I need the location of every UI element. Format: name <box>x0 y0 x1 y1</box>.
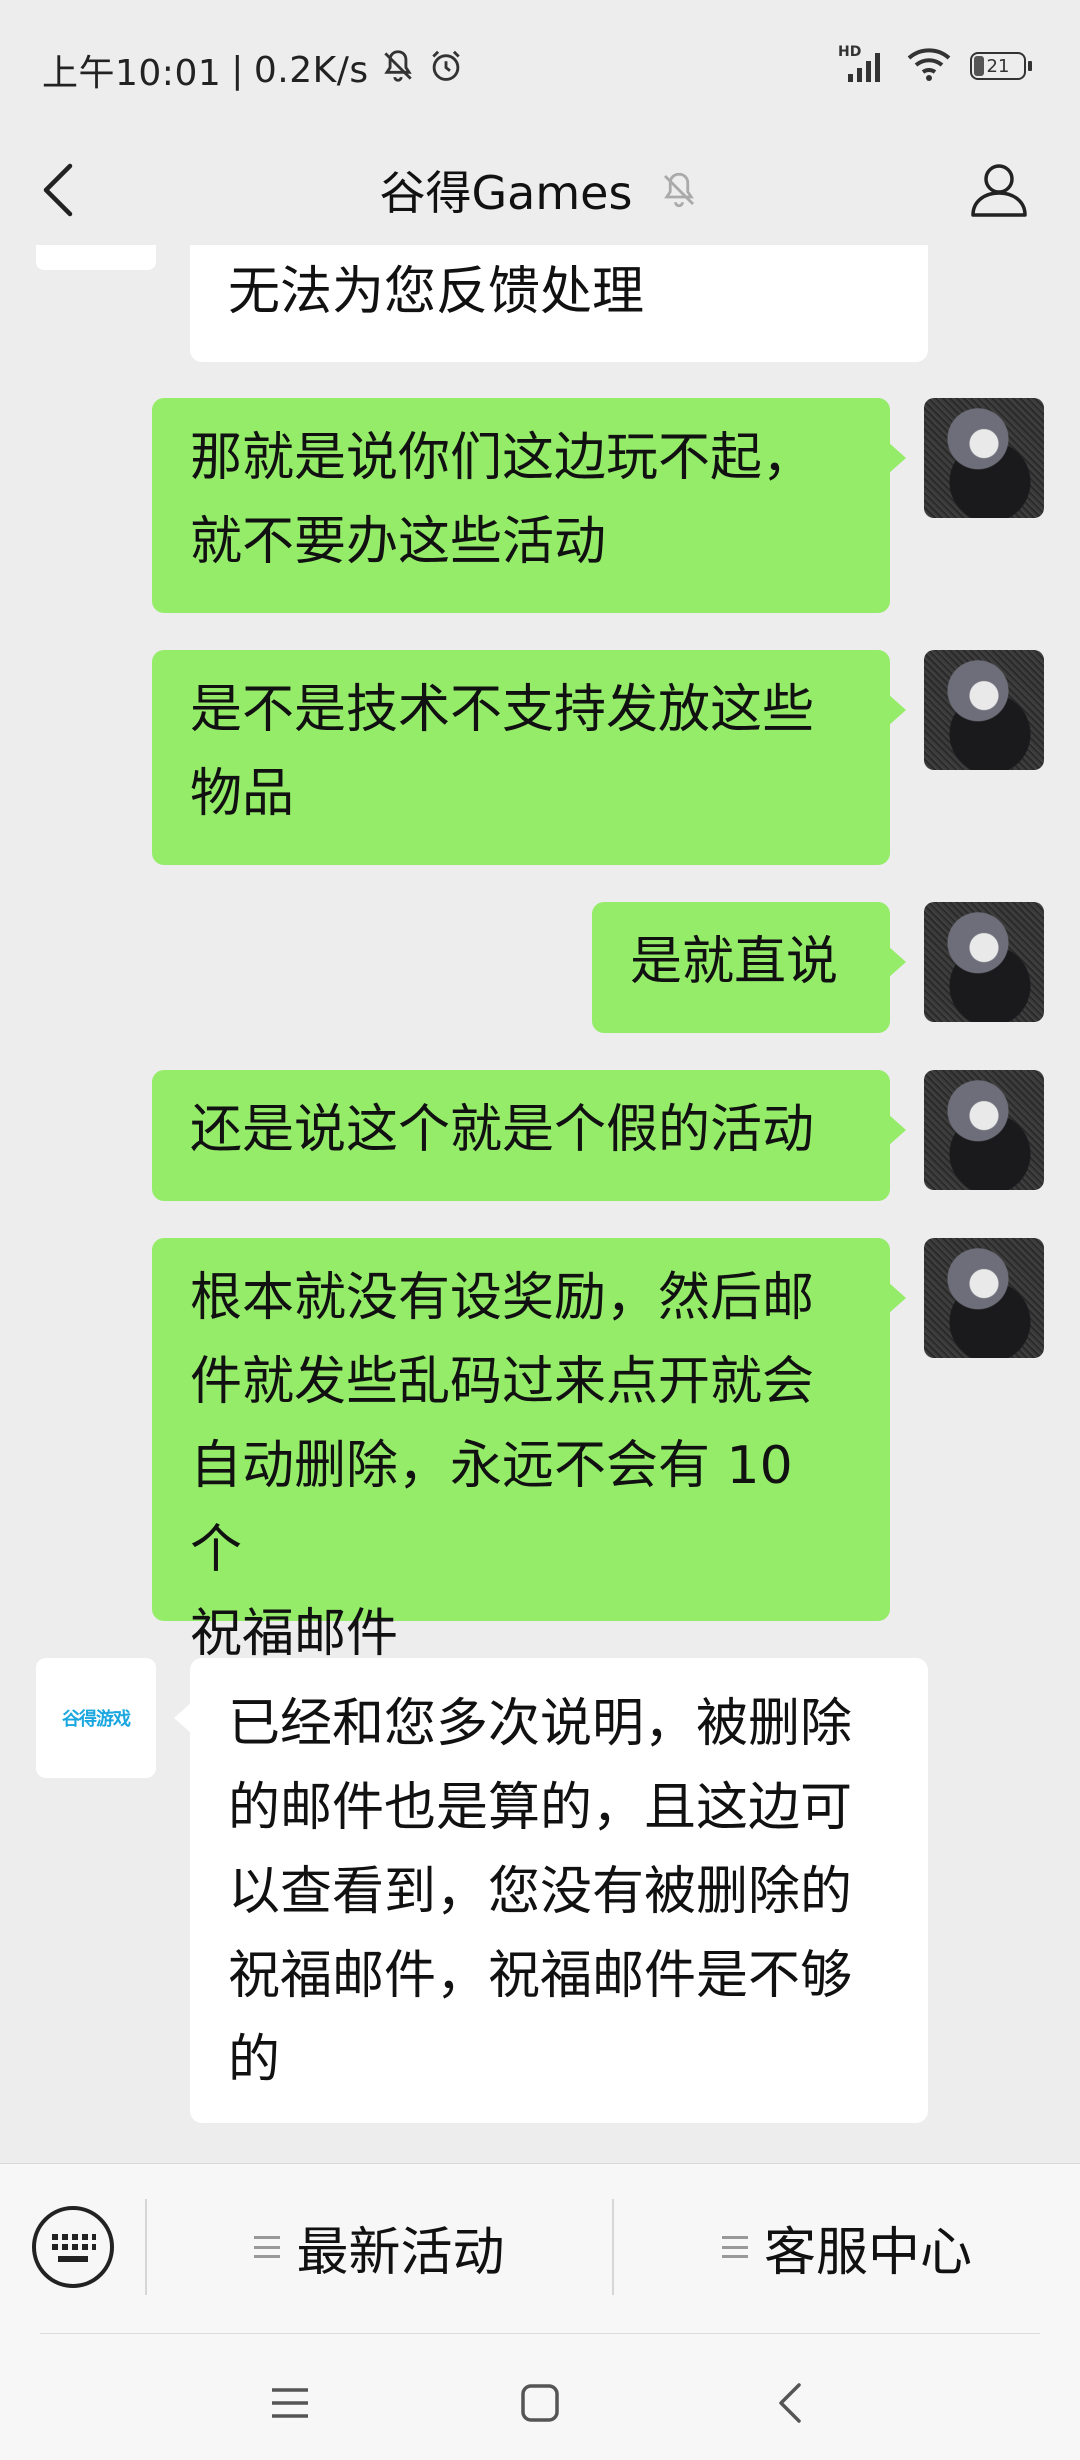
menu-item-latest-activity[interactable]: 最新活动 <box>147 2199 612 2295</box>
message-line: 自动删除，永远不会有 10 个 <box>190 1436 793 1580</box>
battery-level: 21 <box>986 55 1010 77</box>
menu-lines-icon <box>254 2236 281 2258</box>
menu-item-label: 客服中心 <box>763 2222 972 2283</box>
status-bar: 上午10:01 | 0.2K/s HD 21 <box>0 0 1080 135</box>
message-text: 无法为您反馈处理 <box>228 262 645 322</box>
nav-back-button[interactable] <box>750 2363 830 2443</box>
avatar[interactable] <box>924 650 1044 770</box>
home-icon <box>521 2384 559 2422</box>
avatar[interactable] <box>924 902 1044 1022</box>
signal-icon: HD <box>838 44 888 84</box>
message-bubble[interactable]: 已经和您多次说明，被删除 的邮件也是算的，且这边可 以查看到，您没有被删除的 祝… <box>174 1658 928 2123</box>
avatar[interactable] <box>924 1238 1044 1358</box>
status-time: 上午10:01 <box>42 53 222 94</box>
menu-icon <box>272 2388 308 2418</box>
profile-button[interactable] <box>954 143 1044 235</box>
message-bubble[interactable]: 那就是说你们这边玩不起， 就不要办这些活动 <box>152 398 906 613</box>
message-line: 是不是技术不支持发放这些 <box>190 680 815 740</box>
avatar[interactable]: 谷得游戏 <box>36 1658 156 1778</box>
logo: 谷得游戏 <box>62 1709 131 1730</box>
back-icon <box>779 2383 801 2423</box>
avatar[interactable] <box>924 1070 1044 1190</box>
keyboard-button[interactable] <box>30 2204 116 2290</box>
message-line: 根本就没有设奖励，然后邮 <box>190 1268 815 1328</box>
status-left: 上午10:01 | 0.2K/s <box>42 44 465 96</box>
bell-muted-icon <box>664 172 695 208</box>
message-line: 的 <box>228 2030 281 2090</box>
message-bubble[interactable]: 无法为您反馈处理 <box>190 245 928 362</box>
message-bubble[interactable]: 还是说这个就是个假的活动 <box>152 1070 906 1201</box>
message-line: 祝福邮件，祝福邮件是不够 <box>228 1946 853 2006</box>
avatar <box>36 245 156 270</box>
chat-area[interactable]: 无法为您反馈处理 那就是说你们这边玩不起， 就不要办这些活动 是不是技术不支持发… <box>0 245 1080 2163</box>
status-separator: | <box>231 49 244 91</box>
nav-home-button[interactable] <box>500 2363 580 2443</box>
menu-item-customer-service[interactable]: 客服中心 <box>614 2199 1080 2295</box>
message-line: 就不要办这些活动 <box>190 512 607 572</box>
message-line: 还是说这个就是个假的活动 <box>190 1100 815 1160</box>
battery-icon: 21 <box>970 52 1032 80</box>
bottom-menu: 最新活动 客服中心 <box>0 2163 1080 2334</box>
avatar[interactable] <box>924 398 1044 518</box>
message-bubble[interactable]: 根本就没有设奖励，然后邮 件就发些乱码过来点开就会 自动删除，永远不会有 10 … <box>152 1238 906 1664</box>
message-line: 物品 <box>190 764 295 824</box>
wifi-icon <box>906 46 952 86</box>
divider <box>40 2333 1040 2334</box>
alarm-icon <box>427 47 465 94</box>
message-bubble[interactable]: 是不是技术不支持发放这些 物品 <box>152 650 906 865</box>
signal-hd-label: HD <box>838 44 862 60</box>
menu-lines-icon <box>721 2236 748 2258</box>
bell-off-icon <box>379 47 417 94</box>
message-line: 件就发些乱码过来点开就会 <box>190 1352 815 1412</box>
message-line: 那就是说你们这边玩不起， <box>190 428 815 488</box>
message-bubble[interactable]: 是就直说 <box>592 902 906 1033</box>
person-icon <box>971 164 1027 217</box>
keyboard-icon <box>32 2206 114 2288</box>
menu-item-label: 最新活动 <box>296 2222 505 2283</box>
message-line: 的邮件也是算的，且这边可 <box>228 1778 853 1838</box>
status-right: HD 21 <box>838 44 1032 86</box>
message-line: 是就直说 <box>630 932 839 992</box>
title-wrap: 谷得Games <box>0 135 1080 245</box>
nav-menu-button[interactable] <box>250 2363 330 2443</box>
message-line: 已经和您多次说明，被删除 <box>228 1694 853 1754</box>
status-net-speed: 0.2K/s <box>253 49 369 91</box>
system-nav-bar <box>0 2333 1080 2460</box>
page-title: 谷得Games <box>379 166 633 220</box>
message-line: 以查看到，您没有被删除的 <box>228 1862 853 1922</box>
chat-header: 谷得Games <box>0 135 1080 245</box>
